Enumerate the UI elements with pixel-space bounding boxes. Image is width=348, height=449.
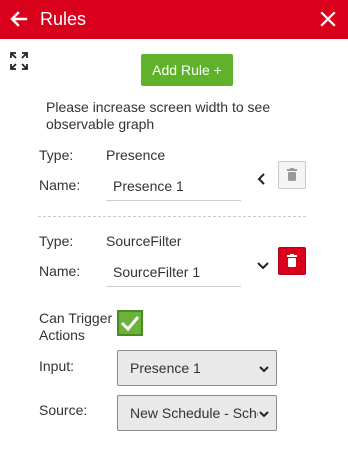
source-label: Source: [39,402,88,418]
arrow-left-icon[interactable] [8,8,30,30]
header-bar: Rules [0,0,348,39]
type-value: Presence [106,147,166,163]
type-value: SourceFilter [106,233,182,249]
add-rule-button[interactable]: Add Rule + [141,54,233,86]
can-trigger-checkbox[interactable] [117,310,143,336]
page-title: Rules [40,9,87,29]
delete-rule-button[interactable] [278,247,306,275]
trash-icon [287,168,297,181]
chevron-left-icon[interactable] [255,172,269,186]
trash-icon [287,254,297,267]
delete-rule-button[interactable] [278,161,306,189]
divider [38,216,306,217]
rule-name-field[interactable]: Presence 1 [106,171,241,201]
input-select-value: Presence 1 [130,360,201,376]
can-trigger-label-line2: Actions [39,327,85,343]
chevron-down-icon[interactable] [256,258,270,272]
input-label: Input: [39,358,75,374]
rule-name-field[interactable]: SourceFilter 1 [106,257,241,287]
name-label: Name: [39,263,81,279]
chevron-down-icon [259,366,269,373]
chevron-down-icon [259,411,269,418]
input-select[interactable]: Presence 1 [117,350,277,386]
name-label: Name: [39,177,81,193]
can-trigger-label: Can Trigger [39,310,113,326]
close-icon[interactable] [318,9,338,29]
source-select[interactable]: New Schedule - Schedule [117,395,277,431]
screen-width-notice: Please increase screen width to see obse… [46,99,271,132]
expand-icon[interactable] [9,51,29,71]
checkmark-icon [120,316,140,332]
source-select-value: New Schedule - Schedule [130,405,258,421]
type-label: Type: [39,147,74,163]
type-label: Type: [39,233,74,249]
